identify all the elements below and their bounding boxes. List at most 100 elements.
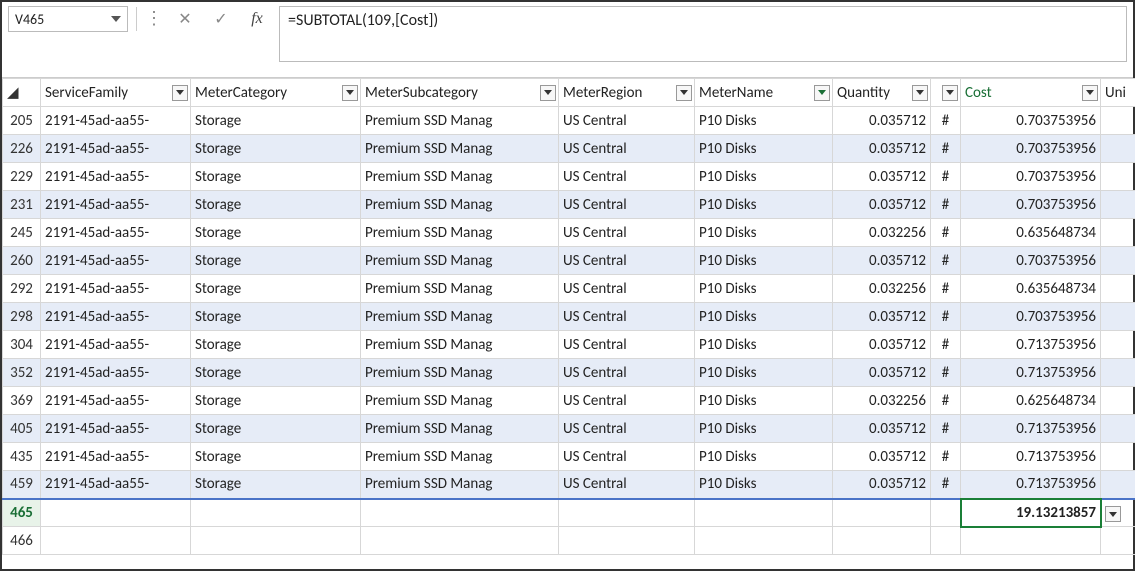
- cell-meter-name[interactable]: P10 Disks: [695, 219, 833, 247]
- row-header-active[interactable]: 465: [3, 499, 41, 527]
- cell-quantity[interactable]: 0.035712: [833, 331, 931, 359]
- cell-overflow[interactable]: #: [931, 275, 961, 303]
- cell-cost[interactable]: 0.713753956: [961, 415, 1101, 443]
- cell-service-family[interactable]: 2191-45ad-aa55-: [41, 247, 191, 275]
- cell[interactable]: [361, 499, 559, 527]
- cell-quantity[interactable]: 0.035712: [833, 471, 931, 499]
- cell-meter-category[interactable]: Storage: [191, 191, 361, 219]
- cell-meter-name[interactable]: P10 Disks: [695, 163, 833, 191]
- cell-meter-region[interactable]: US Central: [559, 247, 695, 275]
- row-header[interactable]: 292: [3, 275, 41, 303]
- col-quantity[interactable]: Quantity: [833, 79, 931, 107]
- cell-cost[interactable]: 0.713753956: [961, 443, 1101, 471]
- cell-meter-subcategory[interactable]: Premium SSD Manag: [361, 471, 559, 499]
- cell-meter-category[interactable]: Storage: [191, 443, 361, 471]
- table-row[interactable]: 2312191-45ad-aa55-StoragePremium SSD Man…: [3, 191, 1135, 219]
- cell-uni[interactable]: [1101, 331, 1135, 359]
- cell-quantity[interactable]: 0.035712: [833, 135, 931, 163]
- table-row[interactable]: 466: [3, 527, 1135, 555]
- table-row[interactable]: 4352191-45ad-aa55-StoragePremium SSD Man…: [3, 443, 1135, 471]
- cell-overflow[interactable]: #: [931, 191, 961, 219]
- cell-overflow[interactable]: #: [931, 219, 961, 247]
- row-header[interactable]: 245: [3, 219, 41, 247]
- cell[interactable]: [931, 527, 961, 555]
- cell-service-family[interactable]: 2191-45ad-aa55-: [41, 219, 191, 247]
- col-service-family[interactable]: ServiceFamily: [41, 79, 191, 107]
- cell-meter-name[interactable]: P10 Disks: [695, 331, 833, 359]
- cell-service-family[interactable]: 2191-45ad-aa55-: [41, 331, 191, 359]
- row-header[interactable]: 260: [3, 247, 41, 275]
- cell-meter-name[interactable]: P10 Disks: [695, 303, 833, 331]
- table-row[interactable]: 2452191-45ad-aa55-StoragePremium SSD Man…: [3, 219, 1135, 247]
- total-dropdown-button[interactable]: [1105, 506, 1121, 522]
- row-header[interactable]: 352: [3, 359, 41, 387]
- fx-button[interactable]: fx: [243, 6, 271, 32]
- col-narrow[interactable]: [931, 79, 961, 107]
- cell-service-family[interactable]: 2191-45ad-aa55-: [41, 107, 191, 135]
- cell-quantity[interactable]: 0.035712: [833, 415, 931, 443]
- cell-meter-region[interactable]: US Central: [559, 471, 695, 499]
- cell-meter-name[interactable]: P10 Disks: [695, 415, 833, 443]
- spreadsheet-grid[interactable]: ◢ ServiceFamily MeterCategory MeterSubca…: [2, 78, 1135, 555]
- cell-service-family[interactable]: 2191-45ad-aa55-: [41, 191, 191, 219]
- cell[interactable]: [191, 527, 361, 555]
- table-row[interactable]: 3692191-45ad-aa55-StoragePremium SSD Man…: [3, 387, 1135, 415]
- cell-overflow[interactable]: #: [931, 443, 961, 471]
- cell-meter-category[interactable]: Storage: [191, 415, 361, 443]
- cell-meter-name[interactable]: P10 Disks: [695, 107, 833, 135]
- cell-overflow[interactable]: #: [931, 107, 961, 135]
- cell-uni[interactable]: [1101, 471, 1135, 499]
- cell-cost[interactable]: 0.703753956: [961, 135, 1101, 163]
- cell-meter-category[interactable]: Storage: [191, 387, 361, 415]
- cell-uni[interactable]: [1101, 359, 1135, 387]
- col-meter-name[interactable]: MeterName: [695, 79, 833, 107]
- cell-meter-category[interactable]: Storage: [191, 219, 361, 247]
- cell[interactable]: [41, 527, 191, 555]
- cell-cost[interactable]: 0.703753956: [961, 191, 1101, 219]
- cell-meter-subcategory[interactable]: Premium SSD Manag: [361, 275, 559, 303]
- cell-service-family[interactable]: 2191-45ad-aa55-: [41, 443, 191, 471]
- table-row[interactable]: 4592191-45ad-aa55-StoragePremium SSD Man…: [3, 471, 1135, 499]
- cell-meter-category[interactable]: Storage: [191, 135, 361, 163]
- table-row[interactable]: 2052191-45ad-aa55-StoragePremium SSD Man…: [3, 107, 1135, 135]
- cell-meter-subcategory[interactable]: Premium SSD Manag: [361, 387, 559, 415]
- cell-cost[interactable]: 0.635648734: [961, 275, 1101, 303]
- cell-meter-region[interactable]: US Central: [559, 107, 695, 135]
- cell[interactable]: [961, 527, 1101, 555]
- cell-cost[interactable]: 0.635648734: [961, 219, 1101, 247]
- filter-button[interactable]: [1082, 85, 1098, 101]
- cell-uni[interactable]: [1101, 275, 1135, 303]
- filter-button[interactable]: [540, 85, 556, 101]
- cell-meter-subcategory[interactable]: Premium SSD Manag: [361, 219, 559, 247]
- cell-cost-total-selected[interactable]: 19.13213857: [961, 499, 1101, 527]
- cell-overflow[interactable]: #: [931, 163, 961, 191]
- cell[interactable]: [931, 499, 961, 527]
- cell-meter-name[interactable]: P10 Disks: [695, 275, 833, 303]
- cell-meter-subcategory[interactable]: Premium SSD Manag: [361, 415, 559, 443]
- row-header[interactable]: 405: [3, 415, 41, 443]
- cell-meter-subcategory[interactable]: Premium SSD Manag: [361, 443, 559, 471]
- cell[interactable]: [695, 499, 833, 527]
- cell-meter-region[interactable]: US Central: [559, 135, 695, 163]
- cell-quantity[interactable]: 0.035712: [833, 191, 931, 219]
- cell-service-family[interactable]: 2191-45ad-aa55-: [41, 415, 191, 443]
- cell-uni[interactable]: [1101, 219, 1135, 247]
- cell-meter-name[interactable]: P10 Disks: [695, 387, 833, 415]
- row-header[interactable]: 435: [3, 443, 41, 471]
- cell-meter-subcategory[interactable]: Premium SSD Manag: [361, 191, 559, 219]
- table-row[interactable]: 3522191-45ad-aa55-StoragePremium SSD Man…: [3, 359, 1135, 387]
- accept-button[interactable]: ✓: [207, 6, 235, 32]
- cell-overflow[interactable]: #: [931, 331, 961, 359]
- cell-overflow[interactable]: #: [931, 415, 961, 443]
- cell-meter-subcategory[interactable]: Premium SSD Manag: [361, 303, 559, 331]
- cell-uni[interactable]: [1101, 107, 1135, 135]
- cell-quantity[interactable]: 0.035712: [833, 247, 931, 275]
- table-row[interactable]: 2262191-45ad-aa55-StoragePremium SSD Man…: [3, 135, 1135, 163]
- cell-meter-region[interactable]: US Central: [559, 359, 695, 387]
- cell-cost[interactable]: 0.703753956: [961, 303, 1101, 331]
- cell-quantity[interactable]: 0.035712: [833, 359, 931, 387]
- filter-button[interactable]: [676, 85, 692, 101]
- cell-meter-region[interactable]: US Central: [559, 303, 695, 331]
- row-header[interactable]: 466: [3, 527, 41, 555]
- cell-service-family[interactable]: 2191-45ad-aa55-: [41, 359, 191, 387]
